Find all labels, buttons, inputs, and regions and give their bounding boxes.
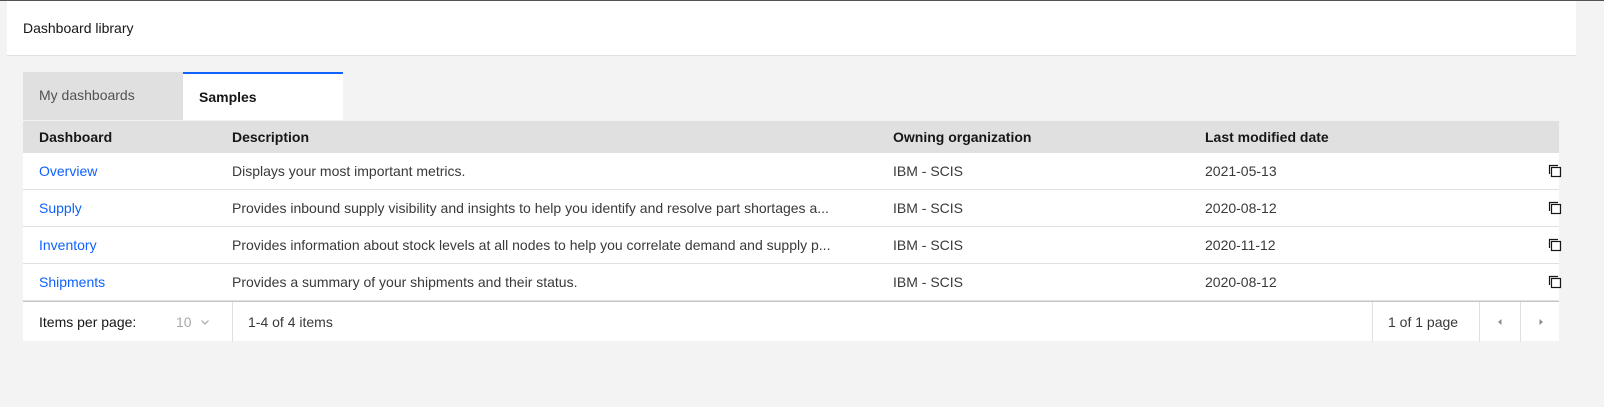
items-per-page-select[interactable]: 10	[176, 302, 226, 342]
row-last-modified-date: 2020-11-12	[1205, 237, 1276, 253]
copy-icon[interactable]	[1547, 237, 1563, 253]
table-header-row: Dashboard Description Owning organizatio…	[23, 121, 1559, 153]
row-owning-organization: IBM - SCIS	[893, 237, 964, 253]
page-header: Dashboard library	[7, 1, 1576, 56]
pagination-divider	[1372, 302, 1373, 342]
copy-icon[interactable]	[1547, 274, 1563, 290]
previous-page-button[interactable]	[1480, 302, 1520, 342]
row-last-modified-date: 2020-08-12	[1205, 274, 1277, 290]
chevron-down-icon	[200, 320, 209, 325]
column-header-dashboard: Dashboard	[39, 129, 113, 145]
table-row: Shipments Provides a summary of your shi…	[23, 264, 1562, 301]
row-description: Provides information about stock levels …	[232, 236, 831, 253]
dashboard-link-shipments[interactable]: Shipments	[39, 274, 105, 290]
table-row: Supply Provides inbound supply visibilit…	[23, 190, 1562, 227]
row-last-modified-date: 2021-05-13	[1205, 163, 1277, 179]
items-per-page-value: 10	[176, 314, 192, 330]
next-page-button[interactable]	[1521, 302, 1561, 342]
table-row: Overview Displays your most important me…	[23, 153, 1562, 190]
row-description: Provides inbound supply visibility and i…	[232, 199, 829, 216]
tab-bar: My dashboards Samples	[23, 72, 344, 120]
items-range-text: 1-4 of 4 items	[248, 314, 333, 330]
tab-my-dashboards[interactable]: My dashboards	[23, 72, 183, 120]
column-header-last-modified-date: Last modified date	[1205, 129, 1329, 145]
copy-icon[interactable]	[1547, 163, 1563, 179]
row-owning-organization: IBM - SCIS	[893, 274, 964, 290]
page-count-text: 1 of 1 page	[1388, 314, 1459, 330]
row-description: Provides a summary of your shipments and…	[232, 273, 578, 290]
row-description: Displays your most important metrics.	[232, 162, 466, 179]
caret-right-icon	[1539, 319, 1543, 325]
dashboard-link-overview[interactable]: Overview	[39, 163, 97, 179]
dashboards-table: Dashboard Description Owning organizatio…	[23, 121, 1562, 342]
row-owning-organization: IBM - SCIS	[893, 200, 964, 216]
dashboard-link-inventory[interactable]: Inventory	[39, 237, 97, 253]
column-header-description: Description	[232, 129, 310, 145]
items-per-page-label: Items per page:	[39, 314, 137, 330]
pagination-bar: Items per page: 10 1-4 of 4 items 1 of 1…	[23, 301, 1561, 342]
pagination-divider	[232, 302, 233, 342]
copy-icon[interactable]	[1547, 200, 1563, 216]
dashboard-link-supply[interactable]: Supply	[39, 200, 82, 216]
column-header-owning-organization: Owning organization	[893, 129, 1032, 145]
page-title: Dashboard library	[23, 20, 134, 36]
caret-left-icon	[1498, 319, 1502, 325]
row-owning-organization: IBM - SCIS	[893, 163, 964, 179]
table-row: Inventory Provides information about sto…	[23, 227, 1562, 264]
tab-samples[interactable]: Samples	[183, 72, 343, 120]
row-last-modified-date: 2020-08-12	[1205, 200, 1277, 216]
